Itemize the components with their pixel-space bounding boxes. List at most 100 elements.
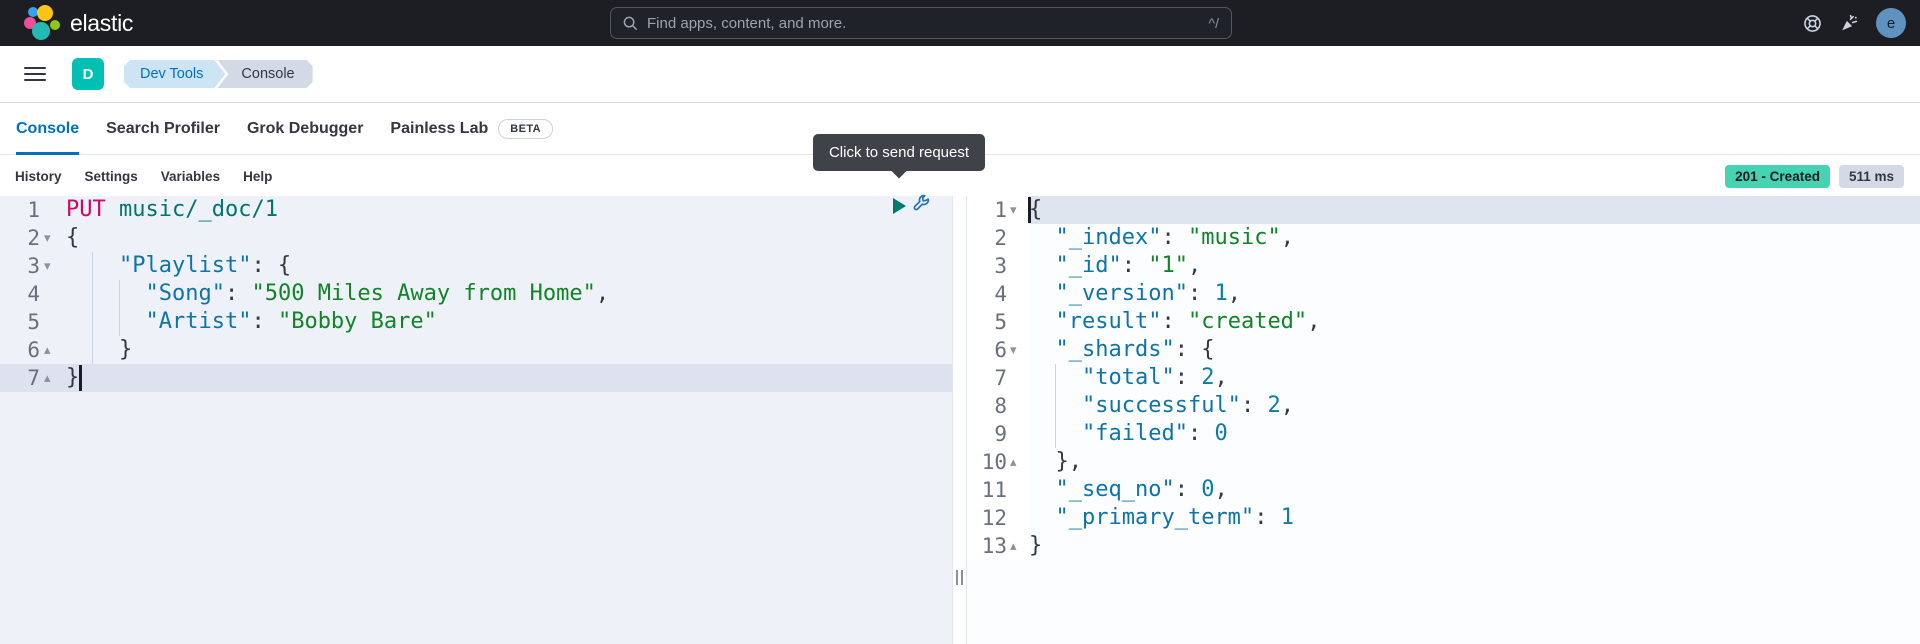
token xyxy=(66,281,145,306)
user-avatar[interactable]: e xyxy=(1876,8,1906,38)
code-text[interactable]: }, xyxy=(1029,448,1920,476)
line-number: 8 xyxy=(967,392,1007,420)
code-text[interactable]: } xyxy=(66,364,952,392)
code-text[interactable]: { xyxy=(1029,196,1920,224)
elastic-logo[interactable]: elastic xyxy=(22,0,133,46)
fold-toggle-icon[interactable]: ▴ xyxy=(40,336,66,364)
toolbar-variables[interactable]: Variables xyxy=(161,169,220,184)
search-input[interactable] xyxy=(647,15,1201,32)
line-number: 3 xyxy=(0,252,40,280)
response-editor[interactable]: 1▾{2 "_index": "music",3 "_id": "1",4 "_… xyxy=(967,196,1920,644)
token: "music" xyxy=(1188,225,1281,250)
request-editor[interactable]: 1PUT music/_doc/12▾{3▾ "Playlist": {4 "S… xyxy=(0,196,952,644)
code-text[interactable]: "successful": 2, xyxy=(1029,392,1920,420)
line-number: 5 xyxy=(0,308,40,336)
breadcrumb-dev-tools[interactable]: Dev Tools xyxy=(124,60,225,88)
code-line[interactable]: 4 "_version": 1, xyxy=(967,280,1920,308)
token: : xyxy=(1254,505,1281,530)
code-line[interactable]: 9 "failed": 0 xyxy=(967,420,1920,448)
token: "successful" xyxy=(1082,393,1241,418)
beta-badge: BETA xyxy=(498,119,553,139)
code-line[interactable]: 2 "_index": "music", xyxy=(967,224,1920,252)
toolbar-settings[interactable]: Settings xyxy=(85,169,138,184)
code-line[interactable]: 1▾{ xyxy=(967,196,1920,224)
fold-toggle-icon[interactable]: ▾ xyxy=(1007,336,1029,364)
code-line[interactable]: 8 "successful": 2, xyxy=(967,392,1920,420)
token xyxy=(106,197,119,222)
code-text[interactable]: PUT music/_doc/1 xyxy=(66,196,952,224)
tab-grok-debugger[interactable]: Grok Debugger xyxy=(247,104,363,154)
code-line[interactable]: 10▴ }, xyxy=(967,448,1920,476)
code-text[interactable]: } xyxy=(66,336,952,364)
indent-guide xyxy=(92,280,93,308)
code-text[interactable]: "_version": 1, xyxy=(1029,280,1920,308)
fold-toggle-icon xyxy=(1007,364,1029,392)
fold-toggle-icon[interactable]: ▴ xyxy=(40,364,66,392)
fold-toggle-icon[interactable]: ▴ xyxy=(1007,448,1029,476)
token: , xyxy=(596,281,609,306)
help-buoy-icon[interactable] xyxy=(1802,13,1823,34)
token: , xyxy=(1214,477,1227,502)
code-text[interactable]: "failed": 0 xyxy=(1029,420,1920,448)
send-request-play-icon[interactable] xyxy=(893,198,906,214)
code-text[interactable]: "total": 2, xyxy=(1029,364,1920,392)
code-line[interactable]: 2▾{ xyxy=(0,224,952,252)
fold-toggle-icon[interactable]: ▾ xyxy=(40,224,66,252)
code-line[interactable]: 12 "_primary_term": 1 xyxy=(967,504,1920,532)
code-text[interactable]: "Artist": "Bobby Bare" xyxy=(66,308,952,336)
fold-toggle-icon[interactable]: ▴ xyxy=(1007,532,1029,560)
token: : { xyxy=(251,253,291,278)
breadcrumb-console[interactable]: Console xyxy=(217,60,312,88)
code-text[interactable]: { xyxy=(66,224,952,252)
console-editors: 1PUT music/_doc/12▾{3▾ "Playlist": {4 "S… xyxy=(0,196,1920,644)
code-line[interactable]: 1PUT music/_doc/1 xyxy=(0,196,952,224)
code-text[interactable]: "_index": "music", xyxy=(1029,224,1920,252)
space-avatar[interactable]: D xyxy=(72,58,104,90)
tab-search-profiler[interactable]: Search Profiler xyxy=(106,104,220,154)
panel-splitter[interactable] xyxy=(952,196,967,644)
code-text[interactable]: "_primary_term": 1 xyxy=(1029,504,1920,532)
nav-bar: D Dev Tools Console xyxy=(0,46,1920,103)
code-text[interactable]: "Song": "500 Miles Away from Home", xyxy=(66,280,952,308)
code-text[interactable]: "Playlist": { xyxy=(66,252,952,280)
code-line[interactable]: 6▴ } xyxy=(0,336,952,364)
global-search[interactable]: ^/ xyxy=(610,7,1232,39)
tab-painless-lab[interactable]: Painless Lab BETA xyxy=(390,104,553,154)
resize-handle-icon[interactable] xyxy=(956,570,963,585)
code-line[interactable]: 7▴} xyxy=(0,364,952,392)
menu-hamburger-icon[interactable] xyxy=(24,63,46,85)
code-line[interactable]: 4 "Song": "500 Miles Away from Home", xyxy=(0,280,952,308)
line-number: 12 xyxy=(967,504,1007,532)
indent-guide xyxy=(1055,392,1056,420)
fold-toggle-icon[interactable]: ▾ xyxy=(40,252,66,280)
code-text[interactable]: "_seq_no": 0, xyxy=(1029,476,1920,504)
code-line[interactable]: 13▴} xyxy=(967,532,1920,560)
response-time-badge: 511 ms xyxy=(1839,165,1904,188)
code-text[interactable]: } xyxy=(1029,532,1920,560)
token xyxy=(1029,477,1056,502)
line-number: 11 xyxy=(967,476,1007,504)
toolbar-history[interactable]: History xyxy=(15,169,62,184)
token: , xyxy=(1228,281,1241,306)
text-cursor xyxy=(79,365,82,391)
indent-guide xyxy=(1055,364,1056,392)
code-line[interactable]: 7 "total": 2, xyxy=(967,364,1920,392)
news-party-popper-icon[interactable] xyxy=(1839,13,1860,34)
token: : xyxy=(1122,253,1149,278)
token: } xyxy=(1029,533,1042,558)
request-options-wrench-icon[interactable] xyxy=(912,194,932,214)
code-line[interactable]: 6▾ "_shards": { xyxy=(967,336,1920,364)
code-text[interactable]: "_shards": { xyxy=(1029,336,1920,364)
code-line[interactable]: 3▾ "Playlist": { xyxy=(0,252,952,280)
code-line[interactable]: 5 "result": "created", xyxy=(967,308,1920,336)
toolbar-help[interactable]: Help xyxy=(243,169,272,184)
fold-toggle-icon[interactable]: ▾ xyxy=(1007,196,1029,224)
app-header: elastic ^/ e xyxy=(0,0,1920,46)
code-text[interactable]: "_id": "1", xyxy=(1029,252,1920,280)
tab-console[interactable]: Console xyxy=(16,104,79,154)
code-line[interactable]: 5 "Artist": "Bobby Bare" xyxy=(0,308,952,336)
code-line[interactable]: 11 "_seq_no": 0, xyxy=(967,476,1920,504)
code-line[interactable]: 3 "_id": "1", xyxy=(967,252,1920,280)
code-text[interactable]: "result": "created", xyxy=(1029,308,1920,336)
indent-guide xyxy=(119,280,120,308)
